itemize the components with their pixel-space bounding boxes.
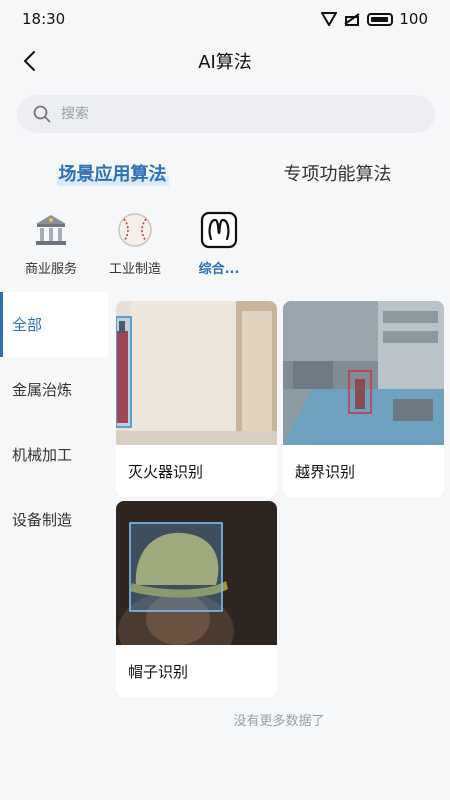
sidebar-item-machining[interactable]: 机械加工 <box>0 422 108 487</box>
algorithm-grid: 灭火器识别 越界识别 帽子识别 没有更多数据了 <box>108 292 450 800</box>
no-more-data-text: 没有更多数据了 <box>233 714 325 729</box>
card-label: 越界识别 <box>295 462 356 481</box>
status-bar: 18:30 100 <box>0 0 450 38</box>
battery-icon <box>367 12 394 26</box>
search-input[interactable] <box>61 106 401 122</box>
factory-boundary-photo <box>283 301 444 445</box>
category-commercial-service[interactable]: 商业服务 <box>12 210 90 284</box>
tab-label: 场景应用算法 <box>56 160 169 186</box>
main-tabs: 场景应用算法 专项功能算法 <box>0 150 450 196</box>
status-time: 18:30 <box>22 10 66 28</box>
sidebar-item-all[interactable]: 全部 <box>0 292 108 357</box>
sidebar-item-label: 金属治炼 <box>12 381 73 399</box>
status-icons: 100 <box>321 10 428 28</box>
signal-icon <box>321 12 338 26</box>
category-label: 综合... <box>198 262 240 277</box>
category-row: 商业服务 工业制造 综合... <box>0 210 450 284</box>
wifi-icon <box>344 13 360 26</box>
baseball-icon <box>115 210 155 250</box>
search-bar[interactable] <box>17 95 435 133</box>
chevron-left-icon <box>24 51 35 71</box>
card-fire-extinguisher[interactable]: 灭火器识别 <box>116 301 277 497</box>
card-label: 灭火器识别 <box>128 462 204 481</box>
sidebar-item-label: 全部 <box>12 316 43 334</box>
bank-building-icon <box>31 210 71 250</box>
sidebar-item-metal-smelting[interactable]: 金属治炼 <box>0 357 108 422</box>
category-label: 商业服务 <box>24 262 77 277</box>
tab-scene-algorithms[interactable]: 场景应用算法 <box>0 150 225 196</box>
tab-special-algorithms[interactable]: 专项功能算法 <box>225 150 450 196</box>
category-industrial-manufacturing[interactable]: 工业制造 <box>96 210 174 284</box>
omega-symbol-icon <box>199 210 239 250</box>
back-button[interactable] <box>14 46 44 76</box>
sidebar: 全部 金属治炼 机械加工 设备制造 <box>0 292 108 800</box>
category-general[interactable]: 综合... <box>180 210 258 284</box>
hat-detection-photo <box>116 501 277 645</box>
sidebar-item-equipment-manufacturing[interactable]: 设备制造 <box>0 487 108 552</box>
category-label: 工业制造 <box>108 262 161 277</box>
battery-level: 100 <box>399 10 428 28</box>
sidebar-item-label: 设备制造 <box>12 511 73 529</box>
page-title: AI算法 <box>198 52 252 73</box>
card-label: 帽子识别 <box>128 662 189 681</box>
card-boundary-crossing[interactable]: 越界识别 <box>283 301 444 497</box>
fire-extinguisher-photo <box>116 301 277 445</box>
card-hat-recognition[interactable]: 帽子识别 <box>116 501 277 697</box>
sidebar-item-label: 机械加工 <box>12 446 73 464</box>
nav-bar: AI算法 <box>0 38 450 84</box>
search-icon <box>33 105 51 123</box>
tab-label: 专项功能算法 <box>283 164 392 185</box>
